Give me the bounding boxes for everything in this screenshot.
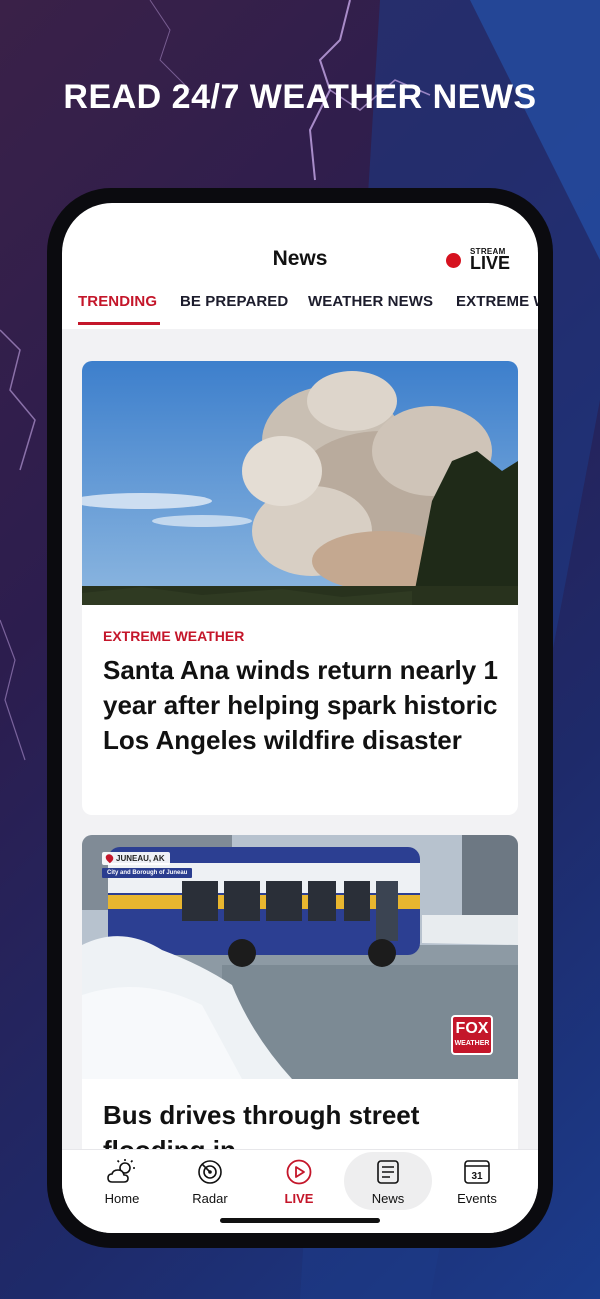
- tab-live[interactable]: LIVE: [259, 1158, 339, 1214]
- tab-trending[interactable]: TRENDING: [78, 293, 157, 310]
- home-indicator: [220, 1218, 380, 1223]
- news-icon: [377, 1160, 399, 1184]
- fox-weather-watermark-bottom: WEATHER: [454, 1040, 490, 1047]
- tab-news-label: News: [371, 1191, 405, 1206]
- tab-be-prepared[interactable]: BE PREPARED: [180, 293, 288, 310]
- article-card[interactable]: EXTREME WEATHER Santa Ana winds return n…: [82, 361, 518, 815]
- tab-extreme-weather[interactable]: EXTREME W: [456, 293, 538, 310]
- play-circle-icon: [286, 1159, 312, 1185]
- bottom-tab-bar: Home Radar LIVE News 31 Events: [62, 1149, 538, 1233]
- location-tag: JUNEAU, AK: [102, 852, 170, 865]
- stream-live-button[interactable]: STREAM LIVE: [446, 247, 516, 273]
- wildfire-smoke-photo: [82, 361, 518, 605]
- live-dot-icon: [446, 253, 461, 268]
- tab-live-label: LIVE: [284, 1191, 314, 1206]
- location-subtag: City and Borough of Juneau: [102, 868, 193, 878]
- article-category: EXTREME WEATHER: [103, 628, 245, 644]
- radar-icon: [198, 1160, 222, 1184]
- tab-weather-news[interactable]: WEATHER NEWS: [308, 293, 433, 310]
- calendar-icon: 31: [464, 1160, 490, 1184]
- fox-weather-watermark: FOX WEATHER: [451, 1015, 493, 1055]
- phone-frame: News STREAM LIVE TRENDING BE PREPARED WE…: [47, 188, 553, 1248]
- tab-radar[interactable]: Radar: [170, 1158, 250, 1214]
- active-tab-indicator: [78, 322, 160, 325]
- article-title[interactable]: Santa Ana winds return nearly 1 year aft…: [103, 653, 503, 758]
- article-card[interactable]: JUNEAU, AK City and Borough of Juneau FO…: [82, 835, 518, 1149]
- location-pin-icon: [104, 852, 115, 864]
- phone-screen: News STREAM LIVE TRENDING BE PREPARED WE…: [62, 203, 538, 1233]
- article-title[interactable]: Bus drives through street flooding in: [103, 1098, 503, 1149]
- tab-events-label: Events: [457, 1191, 497, 1206]
- sun-cloud-icon: [107, 1159, 135, 1183]
- tab-news[interactable]: News: [344, 1152, 432, 1214]
- calendar-day: 31: [471, 1171, 483, 1182]
- tab-radar-label: Radar: [192, 1191, 228, 1206]
- live-badge-main: LIVE: [470, 253, 511, 273]
- tab-home[interactable]: Home: [82, 1158, 162, 1214]
- tab-events[interactable]: 31 Events: [437, 1158, 517, 1214]
- tab-home-label: Home: [104, 1191, 140, 1206]
- location-tag-text: JUNEAU, AK: [116, 854, 165, 863]
- news-feed[interactable]: EXTREME WEATHER Santa Ana winds return n…: [62, 329, 538, 1149]
- promo-headline: READ 24/7 WEATHER NEWS: [63, 78, 537, 116]
- category-tabs: TRENDING BE PREPARED WEATHER NEWS EXTREM…: [62, 289, 538, 329]
- fox-weather-watermark-top: FOX: [455, 1020, 489, 1037]
